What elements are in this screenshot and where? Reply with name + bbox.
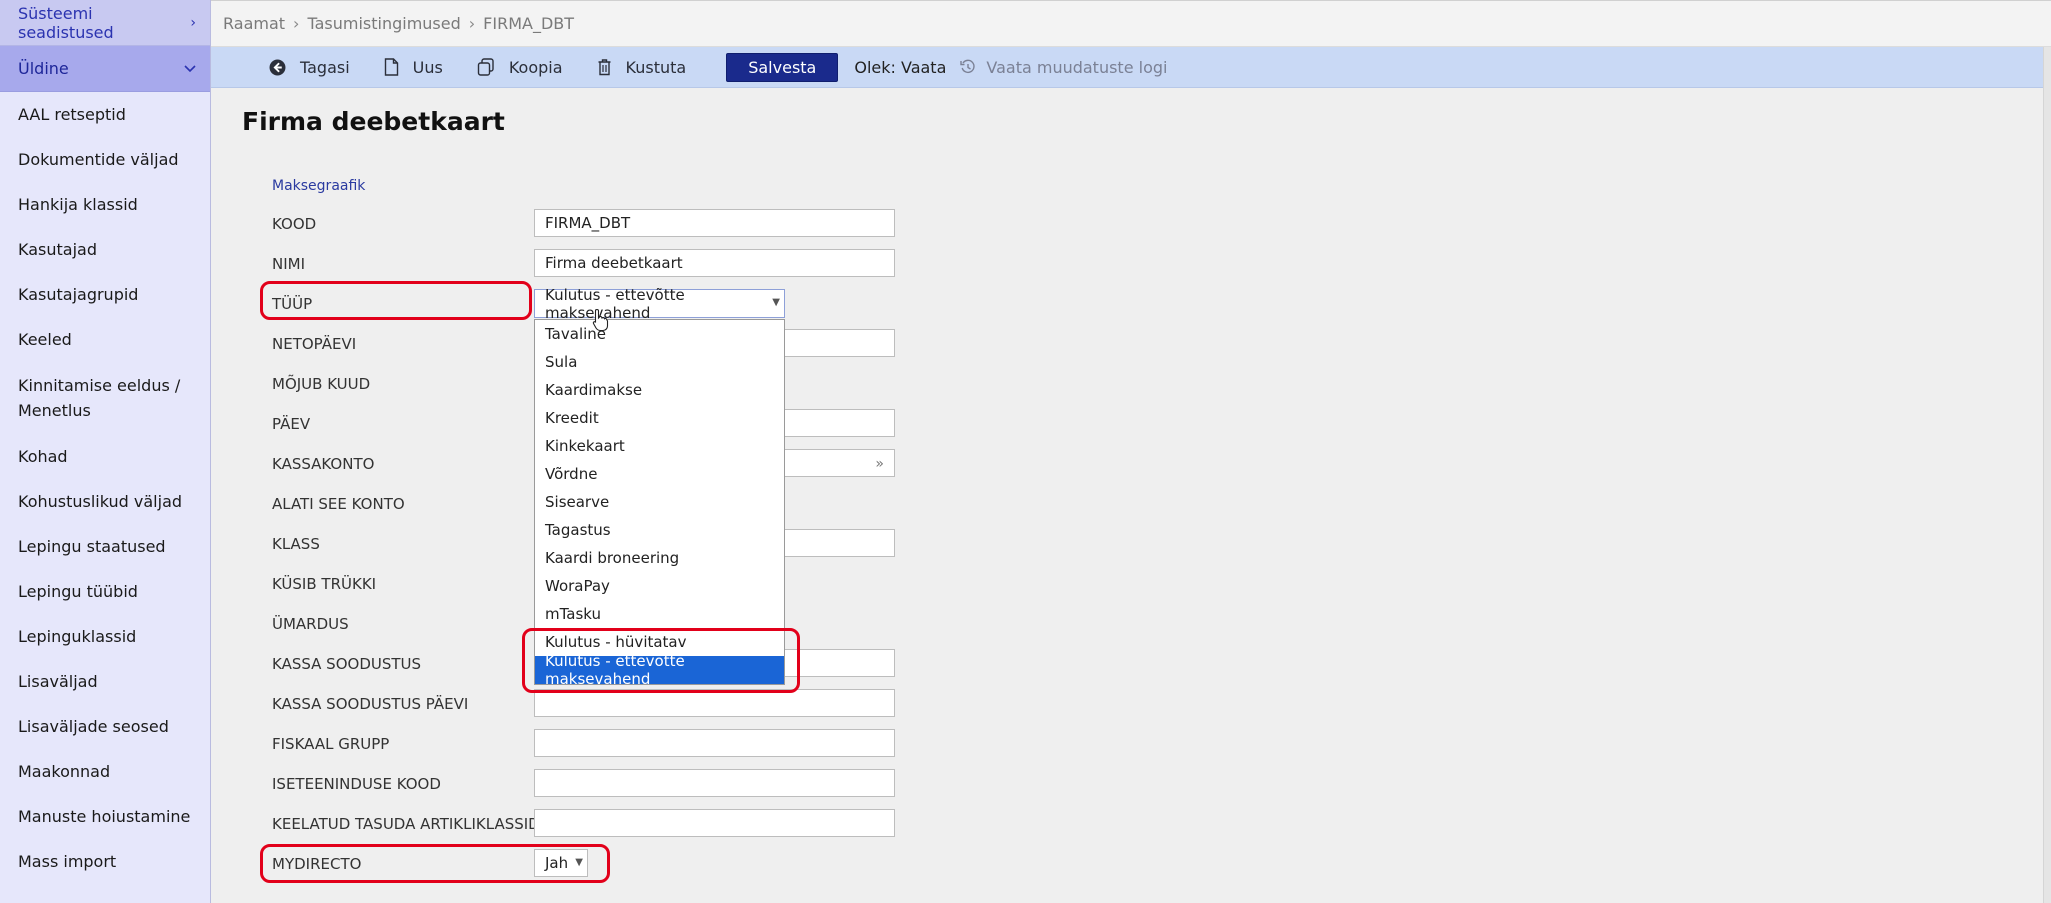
dropdown-option[interactable]: Kaardimakse bbox=[535, 376, 784, 404]
kassa-soodustus-paevi-input[interactable] bbox=[534, 689, 895, 717]
highlight-kulutus-options bbox=[522, 628, 800, 693]
label-paev: PÄEV bbox=[272, 415, 311, 433]
log-label: Vaata muudatuste logi bbox=[986, 57, 1168, 77]
sidebar-item[interactable]: Dokumentide väljad bbox=[0, 137, 210, 182]
sidebar-item[interactable]: Lisaväljade seosed bbox=[0, 704, 210, 749]
label-iseteeninduse-kood: ISETEENINDUSE KOOD bbox=[272, 775, 441, 793]
kood-input[interactable]: FIRMA_DBT bbox=[534, 209, 895, 237]
caret-down-icon: ▼ bbox=[772, 297, 780, 308]
copy-label: Koopia bbox=[508, 57, 563, 77]
chevron-right-icon: › bbox=[468, 14, 476, 33]
page-title: Firma deebetkaart bbox=[242, 107, 505, 136]
chevron-right-icon: › bbox=[190, 14, 196, 31]
dropdown-option[interactable]: Võrdne bbox=[535, 460, 784, 488]
label-netopaevi: NETOPÄEVI bbox=[272, 335, 357, 353]
copy-button[interactable]: Koopia bbox=[477, 58, 563, 77]
sidebar-general-label: Üldine bbox=[18, 59, 69, 78]
label-kassa-soodustus-paevi: KASSA SOODUSTUS PÄEVI bbox=[272, 695, 469, 713]
tyyp-select[interactable]: Kulutus - ettevõtte maksevahend ▼ bbox=[534, 286, 785, 322]
sidebar-item[interactable]: Lepinguklassid bbox=[0, 614, 210, 659]
trash-icon bbox=[598, 59, 611, 76]
sidebar-item[interactable]: Hankija klassid bbox=[0, 182, 210, 227]
label-alati-see-konto: ALATI SEE KONTO bbox=[272, 495, 405, 513]
dropdown-option[interactable]: Tavaline bbox=[535, 320, 784, 348]
label-nimi: NIMI bbox=[272, 255, 306, 273]
dropdown-option[interactable]: Sisearve bbox=[535, 488, 784, 516]
keelatud-tasuda-input[interactable] bbox=[534, 809, 895, 837]
highlight-tyyp-label bbox=[260, 281, 532, 320]
sidebar-system-settings[interactable]: Süsteemi seadistused › bbox=[0, 0, 210, 46]
toolbar: Tagasi Uus Koopia Kustuta Salvesta Olek:… bbox=[211, 47, 2044, 88]
breadcrumb-item[interactable]: Raamat bbox=[223, 14, 285, 33]
label-kassakonto: KASSAKONTO bbox=[272, 455, 375, 473]
new-button[interactable]: Uus bbox=[384, 58, 443, 77]
breadcrumb-item[interactable]: Tasumistingimused bbox=[307, 14, 460, 33]
back-label: Tagasi bbox=[300, 57, 350, 77]
view-change-log-link[interactable]: Vaata muudatuste logi bbox=[960, 58, 1167, 77]
nimi-input[interactable]: Firma deebetkaart bbox=[534, 249, 895, 277]
sidebar-item[interactable]: Lepingu staatused bbox=[0, 524, 210, 569]
label-fiskaal-grupp: FISKAAL GRUPP bbox=[272, 735, 390, 753]
sidebar-item[interactable]: Kinnitamise eeldus / Menetlus bbox=[0, 362, 210, 434]
dropdown-option[interactable]: Tagastus bbox=[535, 516, 784, 544]
dropdown-option[interactable]: Sula bbox=[535, 348, 784, 376]
fiskaal-grupp-input[interactable] bbox=[534, 729, 895, 757]
sidebar-item[interactable]: Kasutajagrupid bbox=[0, 272, 210, 317]
dropdown-option[interactable]: Kreedit bbox=[535, 404, 784, 432]
section-link-maksegraafik[interactable]: Maksegraafik bbox=[272, 178, 365, 194]
sidebar-item[interactable]: Kohad bbox=[0, 434, 210, 479]
sidebar-item[interactable]: Manuste hoiustamine bbox=[0, 794, 210, 839]
sidebar-item[interactable]: Kasutajad bbox=[0, 227, 210, 272]
sidebar-item[interactable]: Lisaväljad bbox=[0, 659, 210, 704]
sidebar-item[interactable]: AAL retseptid bbox=[0, 92, 210, 137]
dropdown-option[interactable]: Kinkekaart bbox=[535, 432, 784, 460]
sidebar: Süsteemi seadistused › Üldine AAL retsep… bbox=[0, 0, 211, 903]
scrollbar[interactable] bbox=[2043, 47, 2051, 903]
hand-cursor-icon bbox=[592, 308, 609, 332]
label-umardus: ÜMARDUS bbox=[272, 615, 349, 633]
label-klass: KLASS bbox=[272, 535, 320, 553]
sidebar-item[interactable]: Mass import bbox=[0, 839, 210, 884]
iseteeninduse-kood-input[interactable] bbox=[534, 769, 895, 797]
highlight-mydirecto bbox=[260, 844, 610, 883]
dropdown-option[interactable]: WoraPay bbox=[535, 572, 784, 600]
chevron-right-icon: › bbox=[293, 14, 300, 33]
arrow-left-circle-icon bbox=[269, 59, 286, 75]
status-text: Olek: Vaata bbox=[854, 57, 947, 77]
sidebar-item[interactable]: Lepingu tüübid bbox=[0, 569, 210, 614]
history-icon bbox=[960, 59, 975, 74]
sidebar-system-settings-label: Süsteemi seadistused bbox=[18, 3, 114, 42]
double-chevron-right-icon[interactable]: » bbox=[875, 456, 884, 472]
chevron-down-icon bbox=[184, 61, 196, 77]
sidebar-item[interactable]: Maakonnad bbox=[0, 749, 210, 794]
save-button[interactable]: Salvesta bbox=[726, 52, 839, 82]
breadcrumb-item: FIRMA_DBT bbox=[483, 14, 575, 33]
dropdown-option[interactable]: Kaardi broneering bbox=[535, 544, 784, 572]
label-kood: KOOD bbox=[272, 215, 317, 233]
sidebar-general[interactable]: Üldine bbox=[0, 46, 210, 92]
new-document-icon bbox=[384, 58, 398, 76]
copy-icon bbox=[477, 58, 494, 76]
label-kysib-trykki: KÜSIB TRÜKKI bbox=[272, 575, 377, 593]
dropdown-option[interactable]: mTasku bbox=[535, 600, 784, 628]
delete-button[interactable]: Kustuta bbox=[597, 57, 687, 77]
sidebar-item[interactable]: Keeled bbox=[0, 317, 210, 362]
sidebar-item[interactable]: Kohustuslikud väljad bbox=[0, 479, 210, 524]
back-button[interactable]: Tagasi bbox=[269, 58, 350, 77]
delete-label: Kustuta bbox=[625, 57, 687, 77]
new-label: Uus bbox=[412, 57, 443, 77]
breadcrumb: Raamat › Tasumistingimused › FIRMA_DBT bbox=[211, 0, 2051, 47]
label-mojub-kuud: MÕJUB KUUD bbox=[272, 375, 371, 393]
tyyp-select-value: Kulutus - ettevõtte maksevahend bbox=[545, 285, 685, 322]
label-keelatud-tasuda: KEELATUD TASUDA ARTIKLIKLASSID bbox=[272, 815, 540, 833]
label-kassa-soodustus: KASSA SOODUSTUS bbox=[272, 655, 422, 673]
